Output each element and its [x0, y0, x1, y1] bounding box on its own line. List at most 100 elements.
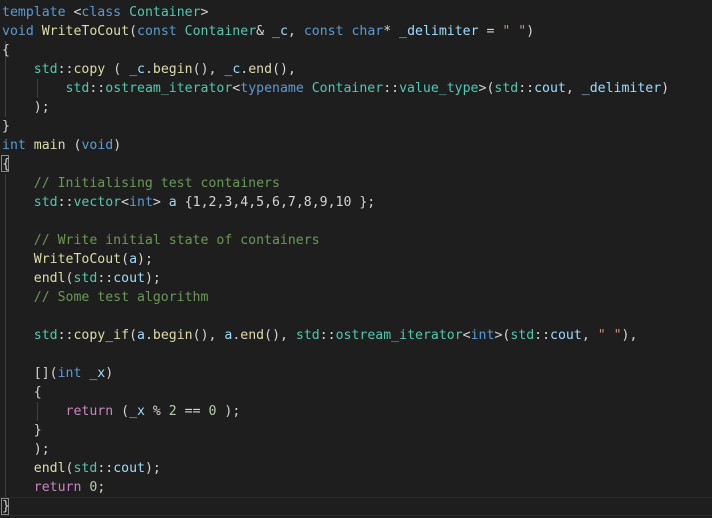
code-token: typename — [240, 81, 304, 96]
code-token: ); — [144, 461, 161, 476]
code-line[interactable]: [](int _x) — [2, 364, 113, 383]
code-token: (), — [192, 62, 225, 77]
code-token: < — [462, 328, 471, 343]
code-token: end — [240, 328, 265, 343]
code-token: void — [2, 24, 34, 39]
code-line[interactable]: std::ostream_iterator<typename Container… — [2, 79, 670, 98]
code-token: , — [287, 24, 304, 39]
current-line-highlight — [0, 497, 712, 516]
code-line[interactable]: WriteToCout(a); — [2, 250, 153, 269]
code-line[interactable]: return 0; — [2, 478, 106, 497]
code-line[interactable]: template <class Container> — [2, 3, 209, 22]
code-line[interactable]: return (_x % 2 == 0 ); — [2, 402, 241, 421]
code-token: < — [65, 5, 82, 20]
code-token: std — [33, 328, 58, 343]
code-token: = — [478, 24, 503, 39]
code-token: } — [2, 499, 10, 514]
code-line[interactable]: std::copy ( _c.begin(), _c.end(), — [2, 60, 296, 79]
code-line[interactable]: std::vector<int> a {1,2,3,4,5,6,7,8,9,10… — [2, 193, 375, 212]
code-token: void — [81, 138, 114, 153]
code-token: {1,2,3,4,5,6,7,8,9,10 }; — [176, 195, 376, 210]
code-token: } — [2, 423, 42, 438]
code-token: :: — [57, 328, 74, 343]
code-token: > — [200, 5, 209, 20]
code-line[interactable]: } — [2, 421, 42, 440]
code-token: const — [303, 24, 344, 39]
code-token: , — [565, 81, 582, 96]
code-token: WriteToCout — [33, 252, 122, 267]
code-token: cout — [113, 271, 145, 286]
code-token: ( — [113, 404, 130, 419]
code-token: int — [57, 366, 82, 381]
code-token: std — [65, 81, 90, 96]
code-token: :: — [383, 81, 400, 96]
code-token: std — [33, 195, 58, 210]
code-token: a — [168, 195, 177, 210]
code-token: // Initialising test containers — [33, 176, 280, 191]
code-token: ) — [113, 138, 122, 153]
code-token: copy_if — [73, 328, 130, 343]
code-token: Container — [184, 24, 257, 39]
code-token: begin — [152, 62, 193, 77]
code-line[interactable]: std::copy_if(a.begin(), a.end(), std::os… — [2, 326, 638, 345]
code-token: >( — [478, 81, 495, 96]
code-token: ( — [121, 252, 130, 267]
code-token: { — [2, 157, 10, 172]
code-token: ); — [137, 252, 153, 267]
code-token: , — [581, 328, 598, 343]
code-token: ; — [97, 480, 106, 495]
code-token: ostream_iterator — [105, 81, 233, 96]
code-line[interactable]: endl(std::cout); — [2, 269, 161, 288]
code-token: :: — [89, 81, 106, 96]
code-token: cout — [550, 328, 582, 343]
code-token: % — [144, 404, 169, 419]
code-token: int — [129, 195, 153, 210]
code-line[interactable]: // Write initial state of containers — [2, 231, 320, 250]
code-token: Container — [129, 5, 201, 20]
code-token: :: — [534, 328, 551, 343]
code-line[interactable]: { — [2, 155, 10, 174]
code-token: endl — [33, 271, 66, 286]
code-line[interactable]: endl(std::cout); — [2, 459, 161, 478]
code-token: std — [295, 328, 320, 343]
code-token: std — [510, 328, 535, 343]
code-token: copy — [73, 62, 106, 77]
code-token: " " — [597, 328, 622, 343]
code-token: :: — [97, 271, 114, 286]
code-token: ); — [2, 100, 50, 115]
code-editor[interactable]: template <class Container> void WriteToCo… — [0, 0, 712, 518]
code-token: :: — [319, 328, 336, 343]
code-token: < — [121, 195, 130, 210]
code-line[interactable]: } — [2, 497, 10, 516]
code-token: main — [33, 138, 66, 153]
code-line[interactable]: // Initialising test containers — [2, 174, 280, 193]
code-token: cout — [534, 81, 566, 96]
code-token: ( — [105, 62, 130, 77]
code-line[interactable]: int main (void) — [2, 136, 121, 155]
code-token: // Write initial state of containers — [33, 233, 320, 248]
code-token: template — [2, 5, 66, 20]
code-line[interactable]: } — [2, 117, 10, 136]
code-line[interactable]: void WriteToCout(const Container& _c, co… — [2, 22, 534, 41]
code-line[interactable]: ); — [2, 98, 50, 117]
code-token: ) — [526, 24, 535, 39]
code-line[interactable]: ); — [2, 440, 50, 459]
code-token: == — [176, 404, 209, 419]
code-token: class — [81, 5, 122, 20]
code-token: ), — [621, 328, 638, 343]
code-line[interactable]: { — [2, 383, 42, 402]
code-line[interactable]: { — [2, 41, 10, 60]
code-token: int — [2, 138, 26, 153]
code-line[interactable]: // Some test algorithm — [2, 288, 209, 307]
